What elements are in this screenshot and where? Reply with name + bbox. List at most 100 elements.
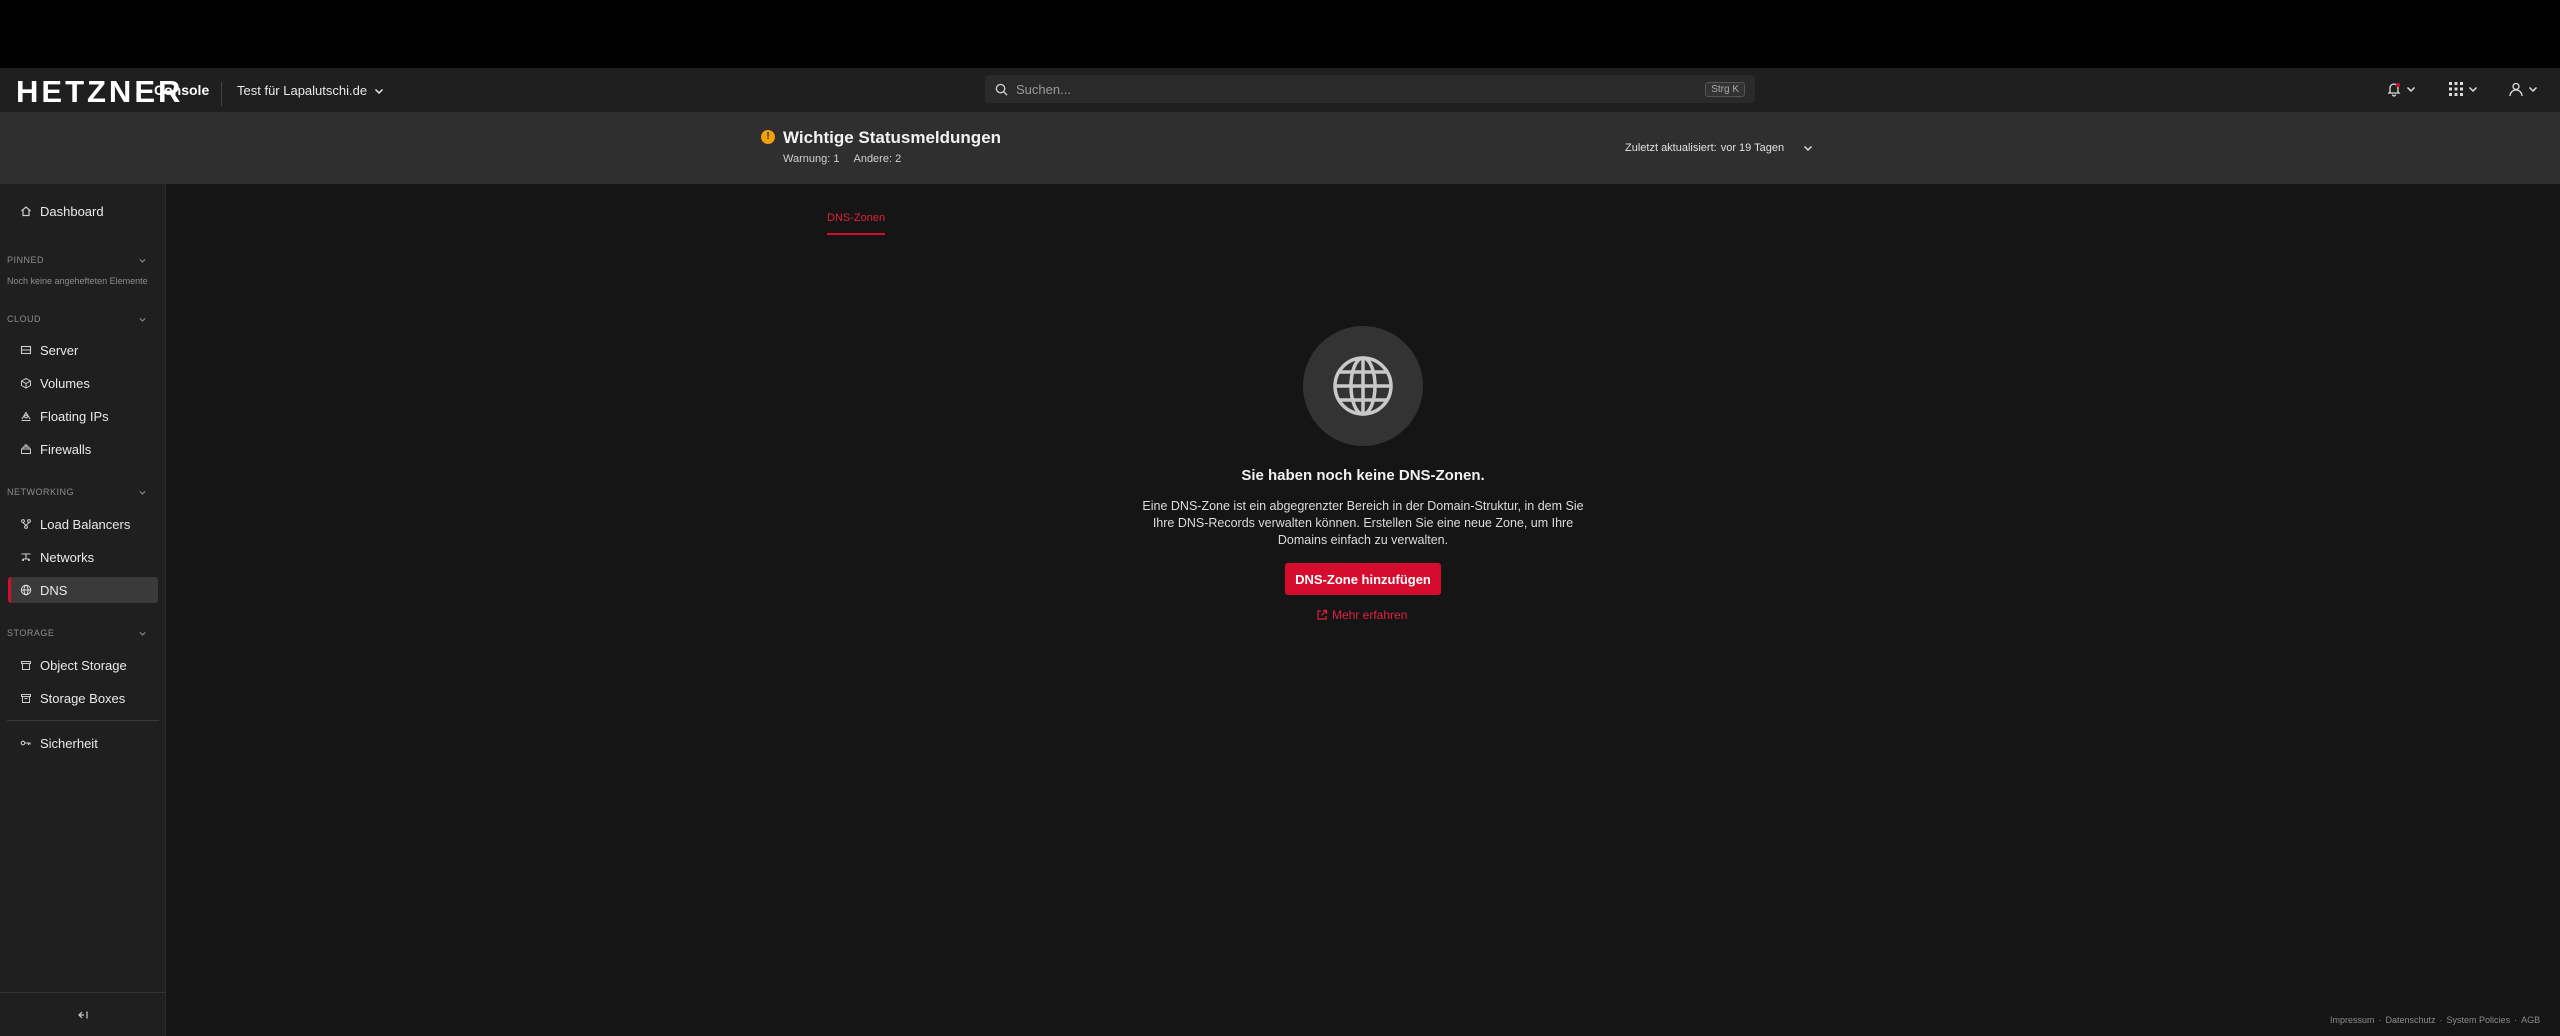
- chevron-down-icon: [139, 631, 146, 636]
- collapse-icon: [78, 1011, 88, 1018]
- globe-icon: [1333, 356, 1393, 416]
- sidebar-divider: [7, 720, 159, 721]
- chevron-down-icon: [2468, 86, 2478, 93]
- sidebar-item-label: Server: [40, 342, 79, 358]
- load-balancer-icon: [21, 519, 31, 529]
- pinned-empty-hint: Noch keine angehefteten Elemente: [7, 276, 148, 286]
- sidebar-item-label: Networks: [40, 549, 95, 565]
- sidebar-item-label: Object Storage: [40, 657, 127, 673]
- section-pinned[interactable]: PINNED: [7, 255, 147, 265]
- last-updated-toggle[interactable]: Zuletzt aktualisiert: vor 19 Tagen: [1625, 142, 1814, 154]
- sidebar-item-label: Firewalls: [40, 441, 92, 457]
- floating-ip-icon: [21, 411, 31, 422]
- bucket-icon: [21, 661, 31, 670]
- apps-menu-button[interactable]: [2448, 81, 2479, 97]
- search-input[interactable]: Suchen... Strg K: [985, 75, 1755, 103]
- other-label: Andere:: [853, 153, 893, 165]
- globe-icon: [20, 584, 32, 596]
- chevron-down-icon: [139, 490, 146, 495]
- sidebar-item-label: Floating IPs: [40, 408, 109, 424]
- grid-icon: [2449, 82, 2463, 96]
- status-counts: Warnung: 1 Andere: 2: [783, 153, 901, 165]
- collapse-sidebar-button[interactable]: [0, 992, 166, 1036]
- sidebar-item-label: Load Balancers: [40, 516, 131, 532]
- status-banner: [0, 112, 2560, 184]
- section-label: CLOUD: [7, 314, 42, 324]
- top-navigation-bar: HETZNER Console Test für Lapalutschi.de …: [0, 68, 2560, 112]
- warning-label: Warnung:: [783, 153, 831, 165]
- section-storage[interactable]: STORAGE: [7, 628, 147, 638]
- warning-icon: !: [761, 130, 775, 144]
- sidebar-item-security[interactable]: Sicherheit: [8, 730, 158, 756]
- cube-icon: [21, 377, 31, 389]
- learn-more-link[interactable]: Mehr erfahren: [1316, 608, 1407, 622]
- sidebar-item-storage-boxes[interactable]: Storage Boxes: [8, 685, 158, 711]
- sidebar-item-floating-ips[interactable]: Floating IPs: [8, 403, 158, 429]
- sidebar-item-networks[interactable]: Networks: [8, 544, 158, 570]
- sidebar-item-volumes[interactable]: Volumes: [8, 370, 158, 396]
- topbar-divider: [221, 82, 222, 106]
- user-menu-button[interactable]: [2508, 81, 2539, 97]
- key-icon: [20, 740, 31, 746]
- add-dns-zone-button[interactable]: DNS-Zone hinzufügen: [1285, 563, 1441, 595]
- sidebar: Dashboard PINNED Noch keine angehefteten…: [0, 184, 166, 1036]
- empty-state-description: Eine DNS-Zone ist ein abgegrenzter Berei…: [1142, 499, 1584, 547]
- section-label: PINNED: [7, 255, 45, 265]
- chevron-down-icon: [139, 258, 146, 263]
- section-label: STORAGE: [7, 628, 55, 638]
- sidebar-item-firewalls[interactable]: Firewalls: [8, 436, 158, 462]
- console-label: Console: [154, 82, 210, 98]
- firewall-icon: [21, 444, 31, 454]
- sidebar-item-dashboard[interactable]: Dashboard: [8, 198, 158, 224]
- archive-icon: [21, 694, 31, 703]
- sidebar-item-label: DNS: [40, 582, 68, 598]
- server-icon: [20, 345, 32, 355]
- learn-more-label: Mehr erfahren: [1332, 608, 1408, 622]
- sidebar-item-label: Storage Boxes: [40, 690, 126, 706]
- search-shortcut-badge: Strg K: [1705, 81, 1745, 97]
- project-selector[interactable]: Test für Lapalutschi.de: [237, 83, 385, 98]
- other-count: 2: [895, 153, 902, 165]
- notifications-button[interactable]: [2386, 81, 2417, 97]
- sidebar-item-dns[interactable]: DNS: [8, 577, 158, 603]
- chevron-down-icon: [375, 88, 384, 94]
- search-placeholder: Suchen...: [1016, 81, 1071, 97]
- footer-link-datenschutz[interactable]: Datenschutz: [2386, 1015, 2436, 1025]
- search-icon: [995, 83, 1008, 96]
- updated-value: vor 19 Tagen: [1720, 142, 1785, 154]
- footer-separator: ·: [2378, 1015, 2382, 1025]
- empty-state-illustration: [1303, 326, 1423, 446]
- tab-dns-zones[interactable]: DNS-Zonen: [827, 212, 885, 224]
- sidebar-item-load-balancers[interactable]: Load Balancers: [8, 511, 158, 537]
- status-title[interactable]: Wichtige Statusmeldungen: [783, 128, 1001, 148]
- section-label: NETWORKING: [7, 487, 74, 497]
- footer-separator: ·: [2439, 1015, 2443, 1025]
- bell-icon: [2387, 83, 2401, 97]
- sidebar-item-server[interactable]: Server: [8, 337, 158, 363]
- footer-link-impressum[interactable]: Impressum: [2330, 1015, 2375, 1025]
- footer-link-agb[interactable]: AGB: [2521, 1015, 2540, 1025]
- active-tab-indicator: [827, 233, 885, 235]
- sidebar-item-label: Sicherheit: [40, 735, 98, 751]
- section-cloud[interactable]: CLOUD: [7, 314, 147, 324]
- chevron-down-icon: [1804, 145, 1813, 152]
- chevron-down-icon: [2528, 86, 2538, 93]
- project-name: Test für Lapalutschi.de: [237, 83, 368, 98]
- warning-count: 1: [833, 153, 840, 165]
- network-icon: [21, 553, 31, 562]
- updated-label: Zuletzt aktualisiert:: [1625, 142, 1717, 154]
- sidebar-item-label: Dashboard: [40, 203, 104, 219]
- chevron-down-icon: [2406, 86, 2416, 93]
- footer-links: Impressum · Datenschutz · System Policie…: [2330, 1015, 2540, 1025]
- sidebar-item-object-storage[interactable]: Object Storage: [8, 652, 158, 678]
- empty-state-title: Sie haben noch keine DNS-Zonen.: [1241, 467, 1485, 484]
- other-count-group: Andere: 2: [853, 153, 901, 165]
- sidebar-item-label: Volumes: [40, 375, 90, 391]
- warning-count-group: Warnung: 1: [783, 153, 839, 165]
- section-networking[interactable]: NETWORKING: [7, 487, 147, 497]
- footer-link-system-policies[interactable]: System Policies: [2447, 1015, 2511, 1025]
- external-link-icon: [1317, 609, 1328, 620]
- home-icon: [21, 206, 31, 217]
- user-icon: [2509, 82, 2523, 97]
- chevron-down-icon: [139, 317, 146, 322]
